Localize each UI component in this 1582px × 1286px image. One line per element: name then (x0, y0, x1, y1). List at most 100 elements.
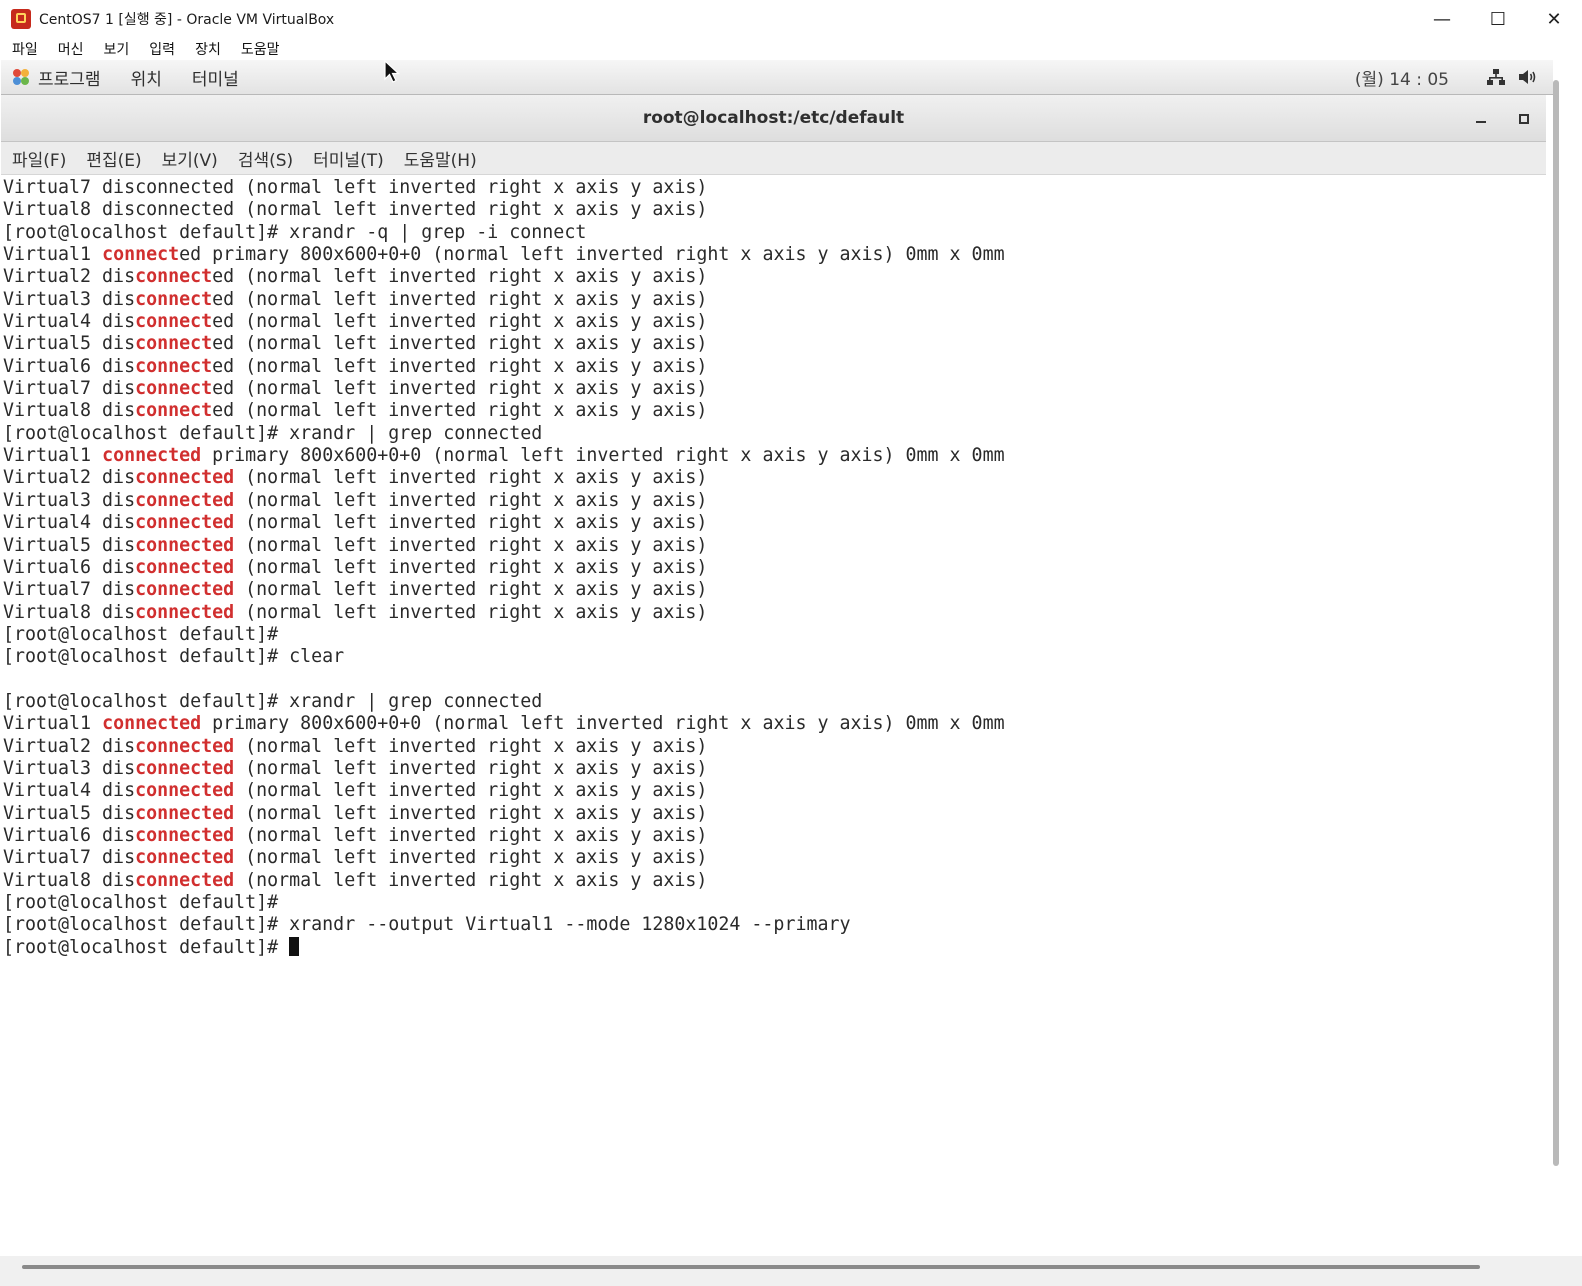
terminal-text: Virtual7 dis (3, 847, 136, 869)
terminal-text: (normal left inverted right x axis y axi… (234, 556, 708, 578)
grep-match-text: connected (135, 556, 235, 578)
terminal-text: [root@localhost default]# clear (3, 646, 345, 668)
terminal-menu-terminal[interactable]: 터미널(T) (313, 146, 384, 171)
vbox-menu-file[interactable]: 파일 (12, 39, 38, 59)
terminal-text: ed (normal left inverted right x axis y … (212, 355, 708, 377)
terminal-vertical-scrollbar[interactable] (1553, 80, 1559, 1166)
terminal-line: Virtual7 disconnected (normal left inver… (3, 579, 1546, 601)
grep-match-text: connected (135, 579, 235, 601)
terminal-text: (normal left inverted right x axis y axi… (234, 467, 708, 489)
terminal-line: Virtual1 connected primary 800x600+0+0 (… (3, 445, 1546, 467)
terminal-text: Virtual7 dis (3, 579, 136, 601)
terminal-minimize-button[interactable] (1469, 107, 1493, 129)
terminal-line: Virtual8 disconnected (normal left inver… (3, 870, 1546, 892)
terminal-line: Virtual6 disconnected (normal left inver… (3, 825, 1546, 847)
terminal-text: Virtual8 dis (3, 869, 136, 891)
terminal-text: (normal left inverted right x axis y axi… (234, 780, 708, 802)
terminal-text: (normal left inverted right x axis y axi… (234, 489, 708, 511)
terminal-text: Virtual3 dis (3, 288, 136, 310)
terminal-text: (normal left inverted right x axis y axi… (234, 534, 708, 556)
terminal-text: Virtual8 dis (3, 601, 136, 623)
vbox-menu-help[interactable]: 도움말 (241, 39, 280, 59)
terminal-line: Virtual8 disconnected (normal left inver… (3, 199, 1546, 221)
vbox-menu-view[interactable]: 보기 (104, 39, 130, 59)
terminal-line: [root@localhost default]# xrandr | grep … (3, 423, 1546, 445)
terminal-text: ed (normal left inverted right x axis y … (212, 333, 708, 355)
panel-terminal-task[interactable]: 터미널 (192, 65, 239, 90)
vbox-menu-machine[interactable]: 머신 (58, 39, 84, 59)
terminal-maximize-button[interactable] (1511, 107, 1535, 129)
terminal-text: Virtual1 (3, 244, 103, 266)
terminal-text: Virtual4 dis (3, 512, 136, 534)
terminal-line: Virtual8 disconnected (normal left inver… (3, 400, 1546, 422)
terminal-line: Virtual8 disconnected (normal left inver… (3, 602, 1546, 624)
terminal-title-bar[interactable]: root@localhost:/etc/default (1, 95, 1546, 142)
close-button[interactable]: ✕ (1526, 0, 1582, 38)
terminal-line: Virtual7 disconnected (normal left inver… (3, 378, 1546, 400)
terminal-line: Virtual5 disconnected (normal left inver… (3, 333, 1546, 355)
grep-match-text: connected (135, 534, 235, 556)
terminal-menu-edit[interactable]: 편집(E) (86, 146, 141, 171)
terminal-line: Virtual4 disconnected (normal left inver… (3, 780, 1546, 802)
minimize-button[interactable]: — (1414, 0, 1470, 38)
grep-match-text: connected (135, 847, 235, 869)
terminal-menu-help[interactable]: 도움말(H) (404, 146, 477, 171)
virtualbox-app-icon (11, 9, 31, 29)
terminal-line: [root@localhost default]# clear (3, 646, 1546, 668)
host-window-controls: — ☐ ✕ (1414, 0, 1582, 38)
terminal-menu-search[interactable]: 검색(S) (238, 146, 293, 171)
panel-places-menu[interactable]: 위치 (131, 65, 162, 90)
terminal-text: ed primary 800x600+0+0 (normal left inve… (179, 244, 1005, 266)
host-horizontal-scroll-track (0, 1256, 1582, 1286)
terminal-text: Virtual8 disconnected (normal left inver… (3, 199, 708, 221)
host-horizontal-scrollbar[interactable] (22, 1265, 1480, 1269)
terminal-line: Virtual3 disconnected (normal left inver… (3, 490, 1546, 512)
terminal-text: Virtual6 dis (3, 824, 136, 846)
terminal-line: Virtual6 disconnected (normal left inver… (3, 557, 1546, 579)
panel-status-area: (월) 14 : 05 (1355, 60, 1539, 94)
panel-clock[interactable]: (월) 14 : 05 (1355, 65, 1449, 90)
grep-match-text: connect (135, 400, 213, 422)
grep-match-text: connect (135, 378, 213, 400)
terminal-text: [root@localhost default]# (3, 936, 290, 958)
vbox-menu-input[interactable]: 입력 (149, 39, 175, 59)
terminal-text: [root@localhost default]# (3, 892, 279, 913)
network-icon[interactable] (1485, 66, 1507, 88)
maximize-button[interactable]: ☐ (1470, 0, 1526, 38)
vbox-menu-devices[interactable]: 장치 (195, 39, 221, 59)
terminal-line: Virtual4 disconnected (normal left inver… (3, 311, 1546, 333)
terminal-line: Virtual3 disconnected (normal left inver… (3, 289, 1546, 311)
terminal-line: Virtual2 disconnected (normal left inver… (3, 736, 1546, 758)
terminal-text: ed (normal left inverted right x axis y … (212, 378, 708, 400)
terminal-text: ed (normal left inverted right x axis y … (212, 266, 708, 288)
panel-applications-menu[interactable]: 프로그램 (38, 65, 101, 90)
terminal-text: Virtual4 dis (3, 311, 136, 333)
terminal-text: Virtual7 disconnected (normal left inver… (3, 177, 708, 198)
terminal-window: root@localhost:/etc/default 파일(F) 편집(E) … (1, 95, 1546, 1256)
grep-match-text: connected (135, 757, 235, 779)
gnome-top-panel: 프로그램 위치 터미널 (월) 14 : 05 (1, 60, 1553, 95)
terminal-line: Virtual5 disconnected (normal left inver… (3, 803, 1546, 825)
grep-match-text: connected (135, 869, 235, 891)
text-cursor (289, 936, 300, 956)
terminal-line: [root@localhost default]# (3, 936, 1546, 959)
terminal-text: Virtual2 dis (3, 266, 136, 288)
grep-match-text: connected (102, 713, 202, 735)
terminal-text: Virtual5 dis (3, 802, 136, 824)
grep-match-text: connected (135, 824, 235, 846)
terminal-text: (normal left inverted right x axis y axi… (234, 824, 708, 846)
terminal-text: [root@localhost default]# xrandr -q | gr… (3, 221, 587, 243)
terminal-text: Virtual2 dis (3, 467, 136, 489)
terminal-line: Virtual7 disconnected (normal left inver… (3, 847, 1546, 869)
terminal-menu-file[interactable]: 파일(F) (12, 146, 66, 171)
terminal-menu-view[interactable]: 보기(V) (162, 146, 218, 171)
terminal-text-area[interactable]: Virtual7 disconnected (normal left inver… (1, 175, 1546, 959)
terminal-text: ed (normal left inverted right x axis y … (212, 311, 708, 333)
terminal-line: Virtual1 connected primary 800x600+0+0 (… (3, 713, 1546, 735)
terminal-text: Virtual6 dis (3, 355, 136, 377)
terminal-output[interactable]: Virtual7 disconnected (normal left inver… (1, 175, 1546, 1256)
terminal-text: Virtual3 dis (3, 757, 136, 779)
mouse-pointer-icon (384, 60, 401, 83)
terminal-text: Virtual7 dis (3, 378, 136, 400)
volume-icon[interactable] (1517, 66, 1539, 88)
